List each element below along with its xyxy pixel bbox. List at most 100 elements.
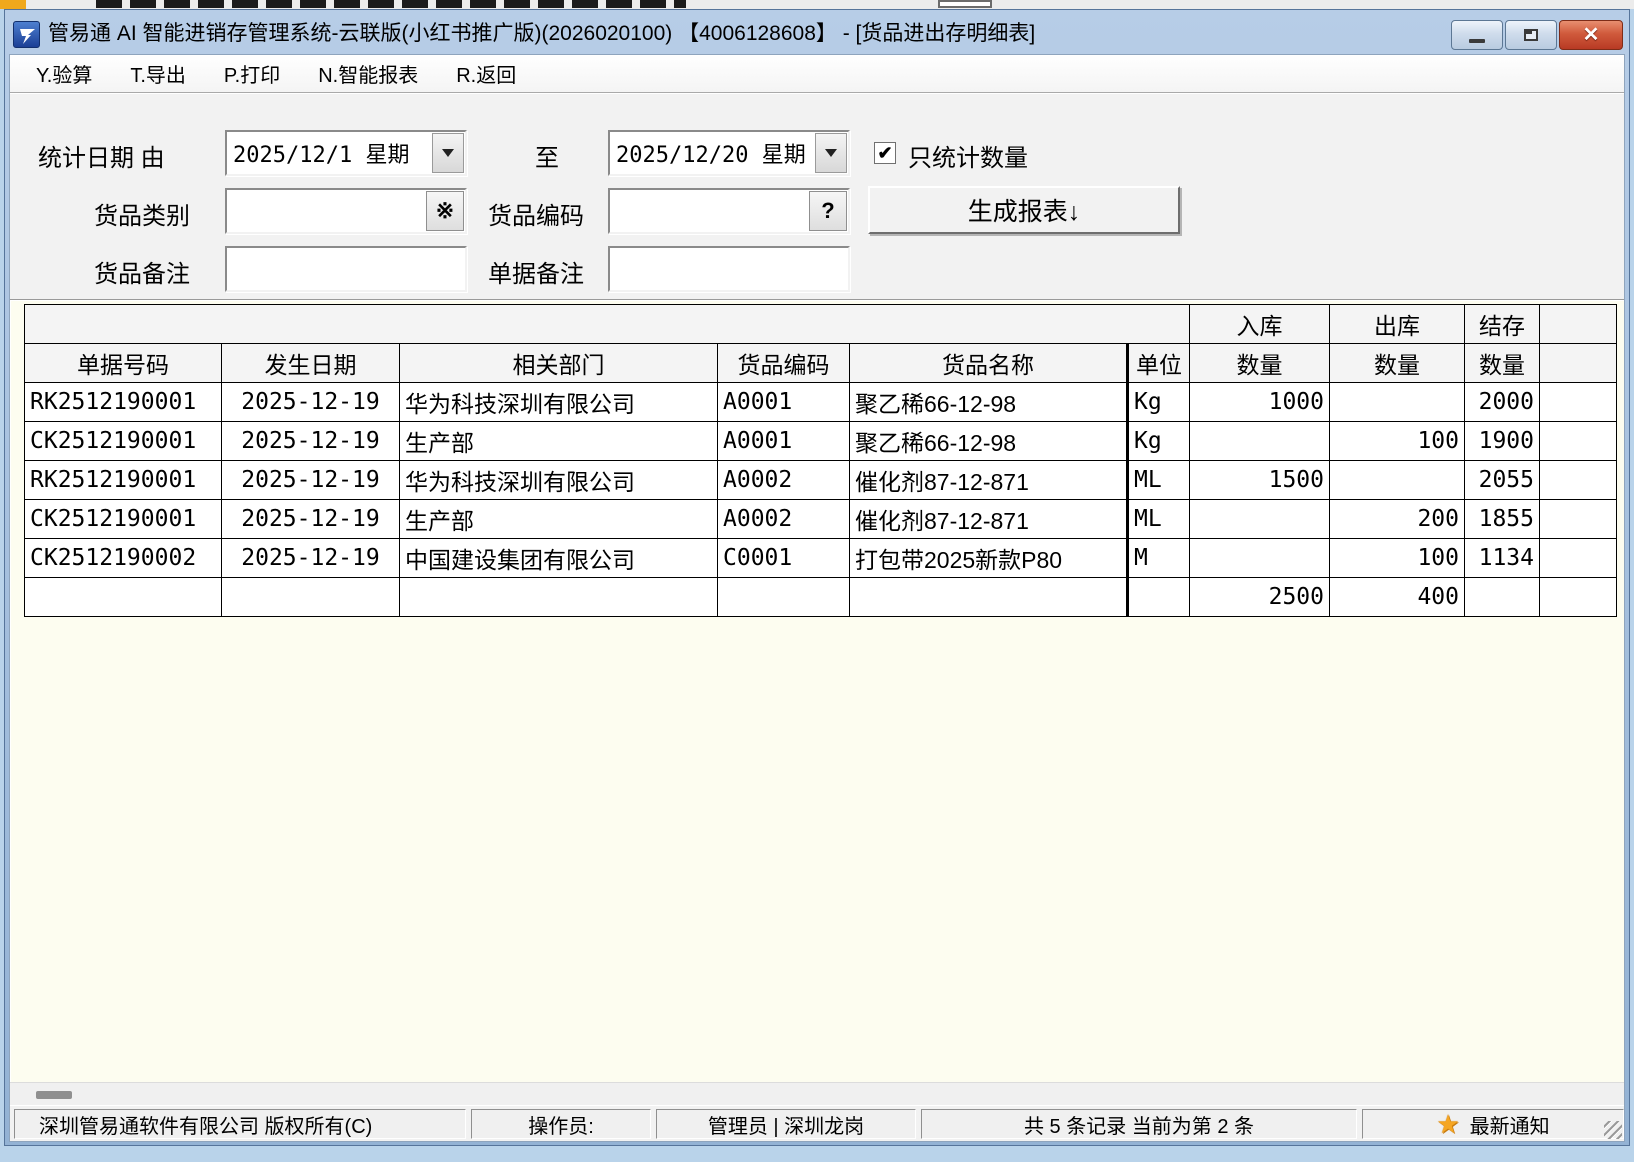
minimize-button[interactable] xyxy=(1451,20,1503,50)
restore-button[interactable] xyxy=(1505,20,1557,50)
date-from-value: 2025/12/1 星期 xyxy=(227,132,431,174)
col-header-balance-qty[interactable]: 数量 xyxy=(1465,344,1540,383)
table-cell-stub xyxy=(1540,383,1617,422)
group-header-row: 入库 出库 结存 xyxy=(25,305,1617,344)
window-title: 管易通 AI 智能进销存管理系统-云联版(小红书推广版)(2026020100)… xyxy=(48,17,1443,48)
status-notice-label[interactable]: 最新通知 xyxy=(1470,1110,1550,1139)
table-row[interactable]: CK25121900022025-12-19中国建设集团有限公司C0001打包带… xyxy=(25,539,1617,578)
date-to-dropdown-button[interactable] xyxy=(815,133,847,173)
star-icon: ★ xyxy=(1436,1111,1459,1137)
title-bar[interactable]: 管易通 AI 智能进销存管理系统-云联版(小红书推广版)(2026020100)… xyxy=(9,10,1625,54)
table-cell: ML xyxy=(1128,500,1190,539)
table-cell: 2025-12-19 xyxy=(222,422,400,461)
date-to-label: 至 xyxy=(535,138,559,173)
table-cell: 100 xyxy=(1330,422,1465,461)
chevron-down-icon xyxy=(442,149,454,157)
close-button[interactable]: ✕ xyxy=(1559,20,1623,50)
table-cell: RK2512190001 xyxy=(25,383,222,422)
menu-item-export[interactable]: T.导出 xyxy=(130,59,186,88)
app-window: 管易通 AI 智能进销存管理系统-云联版(小红书推广版)(2026020100)… xyxy=(4,9,1630,1146)
code-input[interactable]: ? xyxy=(608,188,850,234)
table-cell: 200 xyxy=(1330,500,1465,539)
table-row[interactable]: CK25121900012025-12-19生产部A0001聚乙稀66-12-9… xyxy=(25,422,1617,461)
background-window-corner xyxy=(0,0,26,9)
qty-only-label[interactable]: 只统计数量 xyxy=(908,138,1028,173)
category-label: 货品类别 xyxy=(94,196,190,231)
col-header-department[interactable]: 相关部门 xyxy=(400,344,718,383)
status-record-info: 共 5 条记录 当前为第 2 条 xyxy=(921,1109,1357,1139)
table-cell xyxy=(1330,461,1465,500)
background-window-title-fragment xyxy=(96,0,686,8)
client-area: Y.验算 T.导出 P.打印 N.智能报表 R.返回 统计日期 由 2025/1… xyxy=(9,54,1625,1142)
table-cell: 生产部 xyxy=(400,422,718,461)
qty-only-checkbox[interactable]: ✔ xyxy=(874,142,896,164)
table-cell: A0002 xyxy=(718,500,850,539)
table-cell: 华为科技深圳有限公司 xyxy=(400,461,718,500)
question-lookup-icon: ? xyxy=(821,198,834,224)
table-cell: 2025-12-19 xyxy=(222,500,400,539)
table-row[interactable]: CK25121900012025-12-19生产部A0002催化剂87-12-8… xyxy=(25,500,1617,539)
date-to-combobox[interactable]: 2025/12/20 星期 xyxy=(608,130,850,176)
col-header-item-name[interactable]: 货品名称 xyxy=(850,344,1128,383)
category-input[interactable]: ※ xyxy=(225,188,467,234)
totals-cell xyxy=(1128,578,1190,617)
table-cell: 催化剂87-12-871 xyxy=(850,500,1128,539)
totals-cell xyxy=(400,578,718,617)
item-note-value xyxy=(227,248,465,290)
code-lookup-button[interactable]: ? xyxy=(809,191,847,231)
table-row[interactable]: RK25121900012025-12-19华为科技深圳有限公司A0002催化剂… xyxy=(25,461,1617,500)
doc-note-label: 单据备注 xyxy=(488,254,584,289)
group-header-out: 出库 xyxy=(1330,305,1465,344)
horizontal-scrollbar[interactable] xyxy=(10,1082,1624,1105)
resize-grip-icon[interactable] xyxy=(1604,1121,1622,1139)
report-table: 入库 出库 结存 单据号码 发生日期 相关部门 货品编码 货品名称 单位 数量 … xyxy=(24,304,1617,617)
doc-note-input[interactable] xyxy=(608,246,850,292)
item-note-label: 货品备注 xyxy=(94,254,190,289)
code-label: 货品编码 xyxy=(488,196,584,231)
generate-report-label: 生成报表↓ xyxy=(968,192,1081,228)
item-note-input[interactable] xyxy=(225,246,467,292)
table-cell: 1500 xyxy=(1190,461,1330,500)
totals-cell xyxy=(222,578,400,617)
table-cell xyxy=(1190,539,1330,578)
date-range-label: 统计日期 由 xyxy=(38,138,165,173)
code-value xyxy=(610,190,808,232)
table-row[interactable]: RK25121900012025-12-19华为科技深圳有限公司A0001聚乙稀… xyxy=(25,383,1617,422)
table-cell: ML xyxy=(1128,461,1190,500)
date-to-value: 2025/12/20 星期 xyxy=(610,132,814,174)
menu-item-print[interactable]: P.打印 xyxy=(224,59,280,88)
col-header-doc-no[interactable]: 单据号码 xyxy=(25,344,222,383)
category-lookup-button[interactable]: ※ xyxy=(426,191,464,231)
app-icon xyxy=(13,21,40,48)
table-cell: A0001 xyxy=(718,422,850,461)
date-from-combobox[interactable]: 2025/12/1 星期 xyxy=(225,130,467,176)
menu-item-return[interactable]: R.返回 xyxy=(456,59,516,88)
generate-report-button[interactable]: 生成报表↓ xyxy=(868,186,1180,234)
table-cell: Kg xyxy=(1128,383,1190,422)
menu-bar: Y.验算 T.导出 P.打印 N.智能报表 R.返回 xyxy=(10,55,1624,93)
table-cell: RK2512190001 xyxy=(25,461,222,500)
col-header-in-qty[interactable]: 数量 xyxy=(1190,344,1330,383)
table-cell-stub xyxy=(1540,539,1617,578)
table-cell: 2025-12-19 xyxy=(222,383,400,422)
col-header-unit[interactable]: 单位 xyxy=(1128,344,1190,383)
close-icon: ✕ xyxy=(1583,25,1600,45)
status-notice-panel[interactable]: ★ 最新通知 xyxy=(1362,1109,1624,1139)
date-from-dropdown-button[interactable] xyxy=(432,133,464,173)
horizontal-scrollbar-thumb[interactable] xyxy=(36,1091,72,1099)
col-header-date[interactable]: 发生日期 xyxy=(222,344,400,383)
col-header-stub xyxy=(1540,344,1617,383)
col-header-out-qty[interactable]: 数量 xyxy=(1330,344,1465,383)
filter-panel: 统计日期 由 2025/12/1 星期 至 2025/12/20 星期 ✔ 只统… xyxy=(10,93,1624,299)
menu-item-verify[interactable]: Y.验算 xyxy=(36,59,92,88)
background-window-edge xyxy=(0,0,1634,9)
menu-item-smart-report[interactable]: N.智能报表 xyxy=(318,59,418,88)
table-cell: A0002 xyxy=(718,461,850,500)
table-cell: M xyxy=(1128,539,1190,578)
col-header-item-code[interactable]: 货品编码 xyxy=(718,344,850,383)
table-cell xyxy=(1330,383,1465,422)
status-copyright: 深圳管易通软件有限公司 版权所有(C) xyxy=(14,1109,466,1139)
table-cell: 聚乙稀66-12-98 xyxy=(850,383,1128,422)
column-header-row: 单据号码 发生日期 相关部门 货品编码 货品名称 单位 数量 数量 数量 xyxy=(25,344,1617,383)
table-cell: 中国建设集团有限公司 xyxy=(400,539,718,578)
